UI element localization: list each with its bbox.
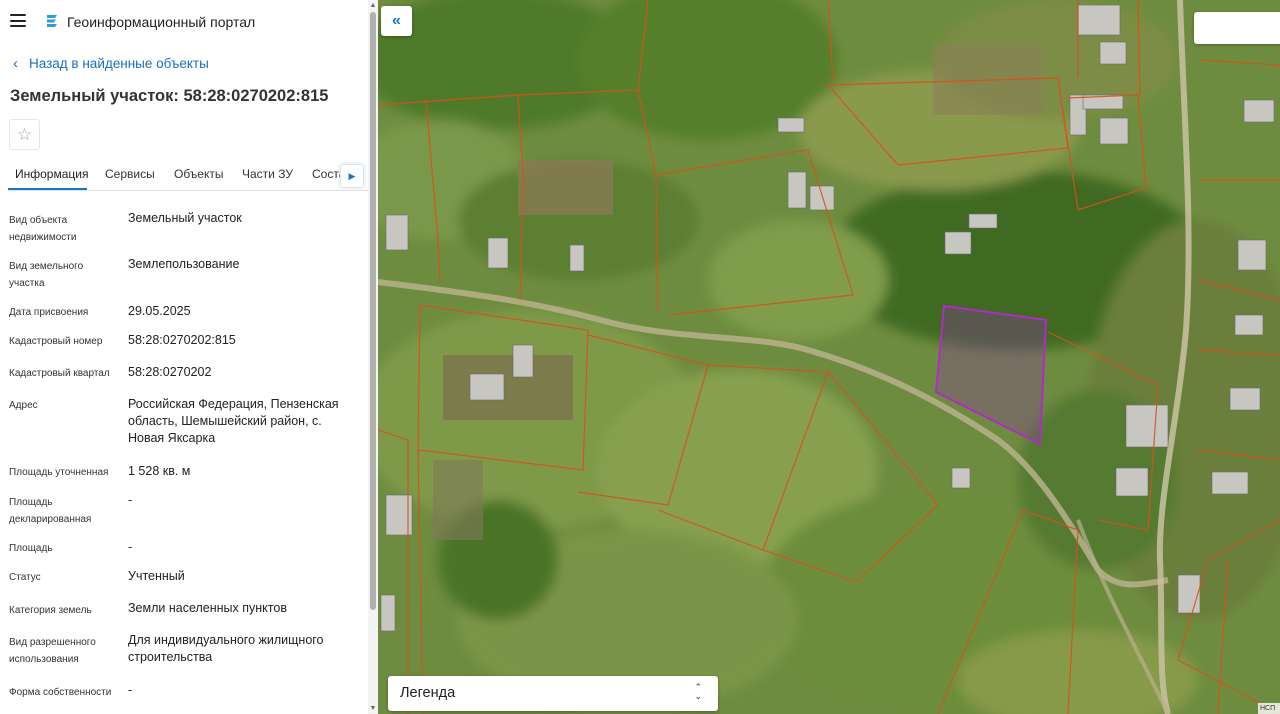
property-label: Статус (9, 572, 41, 583)
garden-plot (443, 355, 573, 420)
info-panel: Геоинформационный портал ‹ Назад в найде… (0, 0, 378, 714)
garden-plot (433, 460, 483, 540)
tab-services[interactable]: Сервисы (105, 167, 155, 181)
back-link-label: Назад в найденные объекты (29, 56, 209, 71)
property-value: 58:28:0270202:815 (128, 333, 236, 347)
tab-parts[interactable]: Части ЗУ (242, 167, 293, 181)
property-value: - (128, 683, 133, 697)
panel-scrollbar[interactable]: ▲ ▼ (368, 0, 378, 714)
page-title: Земельный участок: 58:28:0270202:815 (10, 87, 329, 105)
property-label: Кадастровый квартал (9, 368, 110, 379)
property-value: 58:28:0270202 (128, 365, 212, 379)
app-title: Геоинформационный портал (67, 14, 256, 30)
property-label: Площадь уточненная (9, 467, 109, 478)
satellite-map[interactable] (378, 0, 1280, 714)
favorite-button[interactable]: ☆ (9, 119, 40, 150)
property-value: Российская Федерация, Пензенская область… (128, 397, 339, 445)
property-value: 29.05.2025 (128, 304, 191, 318)
property-label: Адрес (9, 400, 38, 411)
hamburger-menu-icon[interactable] (10, 14, 26, 27)
property-label: Вид земельного участка (9, 261, 84, 289)
star-icon: ☆ (16, 124, 33, 144)
double-chevron-left-icon: « (392, 12, 401, 29)
property-value: - (128, 540, 133, 554)
scrollbar-thumb[interactable] (370, 12, 376, 610)
scroll-up-arrow-icon[interactable]: ▲ (369, 2, 377, 10)
property-value: - (128, 493, 133, 507)
property-value: Земли населенных пунктов (128, 601, 287, 615)
back-to-results-link[interactable]: ‹ Назад в найденные объекты (13, 56, 209, 71)
garden-plot (518, 160, 613, 215)
property-value: Учтенный (128, 569, 185, 583)
property-label: Дата присвоения (9, 307, 89, 318)
property-value: Землепользование (128, 257, 240, 271)
legend-dropdown[interactable]: Легенда ⌃ ⌄ (388, 676, 718, 711)
tab-objects[interactable]: Объекты (174, 167, 224, 181)
property-value: Для индивидуального жилищного строительс… (128, 633, 324, 664)
map-attribution: НСП (1258, 703, 1280, 714)
tab-information[interactable]: Информация (15, 167, 88, 181)
property-label: Вид разрешенного использования (9, 637, 96, 665)
triangle-right-icon: ▶ (348, 170, 356, 181)
tab-bar: Информация Сервисы Объекты Части ЗУ Сост… (8, 160, 368, 191)
map-imagery (378, 0, 1280, 714)
property-value: Земельный участок (128, 211, 242, 225)
property-label: Площадь (9, 543, 53, 554)
updown-chevron-icon: ⌃ ⌄ (694, 682, 702, 701)
map-search-box[interactable] (1194, 12, 1280, 44)
property-label: Форма собственности (9, 687, 112, 698)
legend-label: Легенда (400, 685, 456, 701)
tab-scroll-right-button[interactable]: ▶ (340, 164, 364, 188)
portal-logo-icon (47, 15, 57, 27)
collapse-panel-button[interactable]: « (381, 6, 412, 36)
app-header: Геоинформационный портал (0, 0, 368, 44)
property-label: Площадь декларированная (9, 497, 92, 525)
active-tab-indicator (8, 188, 87, 190)
property-label: Вид объекта недвижимости (9, 215, 77, 243)
scroll-down-arrow-icon[interactable]: ▼ (369, 705, 377, 713)
property-label: Категория земель (9, 605, 92, 616)
chevron-left-icon: ‹ (13, 55, 18, 72)
property-label: Кадастровый номер (9, 336, 103, 347)
property-value: 1 528 кв. м (128, 464, 191, 478)
